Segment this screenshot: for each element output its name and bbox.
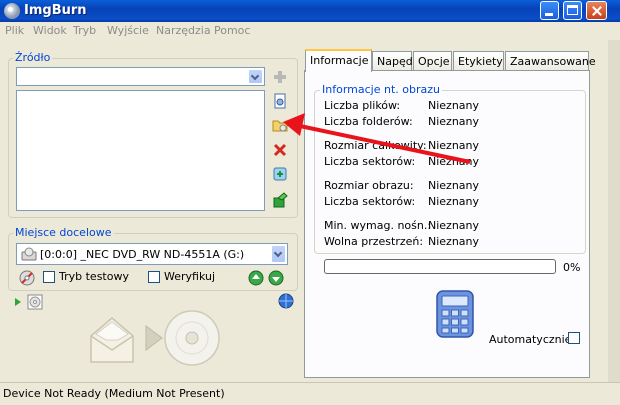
- globe-icon[interactable]: [278, 293, 294, 309]
- tab-opcje[interactable]: Opcje: [413, 51, 452, 70]
- source-legend: Źródło: [13, 51, 53, 64]
- title-bar[interactable]: ImgBurn: [0, 0, 620, 22]
- info-value: Nieznany: [428, 139, 480, 152]
- info-label: Min. wymag. nośn.:: [324, 219, 432, 232]
- status-text: Device Not Ready (Medium Not Present): [3, 387, 225, 400]
- info-label: Liczba folderów:: [324, 115, 413, 128]
- info-label: Rozmiar obrazu:: [324, 179, 414, 192]
- drive-select[interactable]: [0:0:0] _NEC DVD_RW ND-4551A (G:): [16, 243, 288, 265]
- test-mode-checkbox[interactable]: [43, 271, 55, 283]
- info-value: Nieznany: [428, 99, 480, 112]
- menu-wyjscie[interactable]: Wyjście: [107, 24, 149, 37]
- info-value: Nieznany: [428, 115, 480, 128]
- app-disc-icon: [4, 3, 20, 19]
- auto-label: Automatycznie: [489, 333, 572, 346]
- status-bar: Device Not Ready (Medium Not Present): [0, 382, 620, 405]
- menu-bar: Plik Widok Tryb Wyjście Narzędzia Pomoc: [0, 22, 620, 40]
- info-value: Nieznany: [428, 179, 480, 192]
- menu-narzedzia[interactable]: Narzędzia: [156, 24, 211, 37]
- arrow-right-icon: [145, 325, 163, 351]
- maximize-button[interactable]: [563, 1, 582, 20]
- source-combo[interactable]: [16, 67, 265, 86]
- disc-info-icon[interactable]: [27, 294, 43, 310]
- calculator-icon[interactable]: [434, 289, 476, 339]
- info-value: Nieznany: [428, 195, 480, 208]
- source-file-list[interactable]: [16, 90, 265, 211]
- info-value: Nieznany: [428, 155, 480, 168]
- envelope-icon: [90, 317, 134, 363]
- info-value: Nieznany: [428, 219, 480, 232]
- build-icon[interactable]: [272, 192, 288, 208]
- tab-informacje[interactable]: Informacje: [305, 49, 372, 72]
- drive-icon: [21, 247, 37, 261]
- menu-pomoc[interactable]: Pomoc: [214, 24, 250, 37]
- play-small-icon[interactable]: [14, 297, 22, 307]
- verify-label: Weryfikuj: [164, 270, 216, 283]
- info-label: Liczba sektorów:: [324, 155, 416, 168]
- info-label: Liczba plików:: [324, 99, 401, 112]
- auto-checkbox[interactable]: [568, 332, 580, 344]
- browse-folder-icon[interactable]: [272, 117, 288, 133]
- window-title: ImgBurn: [24, 3, 87, 18]
- destination-legend: Miejsce docelowe: [13, 226, 114, 239]
- right-edge: [608, 40, 620, 382]
- menu-widok[interactable]: Widok: [33, 24, 67, 37]
- image-info-legend: Informacje nt. obrazu: [320, 83, 442, 96]
- write-button[interactable]: [88, 306, 220, 368]
- disc-icon: [164, 310, 220, 366]
- tab-etykiety[interactable]: Etykiety: [453, 51, 504, 70]
- close-button[interactable]: [586, 1, 607, 20]
- chevron-down-icon[interactable]: [248, 69, 263, 84]
- verify-checkbox[interactable]: [148, 271, 160, 283]
- calculate-icon[interactable]: [272, 166, 288, 182]
- test-mode-label: Tryb testowy: [59, 270, 129, 283]
- info-value: Nieznany: [428, 235, 480, 248]
- drive-select-value: [0:0:0] _NEC DVD_RW ND-4551A (G:): [40, 248, 245, 261]
- imgburn-window: ImgBurn Plik Widok Tryb Wyjście Narzędzi…: [0, 0, 620, 404]
- tab-naped[interactable]: Napęd: [372, 51, 413, 70]
- minimize-button[interactable]: [540, 1, 559, 20]
- menu-tryb[interactable]: Tryb: [73, 24, 96, 37]
- tab-zaawansowane[interactable]: Zaawansowane: [505, 51, 596, 70]
- erase-disc-icon[interactable]: [19, 270, 35, 286]
- drive-up-icon[interactable]: [248, 270, 264, 286]
- delete-icon[interactable]: [272, 142, 288, 158]
- menu-plik[interactable]: Plik: [5, 24, 24, 37]
- info-label: Rozmiar całkowity:: [324, 139, 427, 152]
- drive-down-icon[interactable]: [268, 270, 284, 286]
- add-icon[interactable]: [272, 69, 288, 85]
- info-label: Wolna przestrzeń:: [324, 235, 424, 248]
- info-label: Liczba sektorów:: [324, 195, 416, 208]
- progress-bar: [324, 259, 556, 274]
- browse-file-icon[interactable]: [272, 93, 288, 109]
- progress-percent: 0%: [563, 261, 581, 274]
- chevron-down-icon[interactable]: [271, 245, 286, 263]
